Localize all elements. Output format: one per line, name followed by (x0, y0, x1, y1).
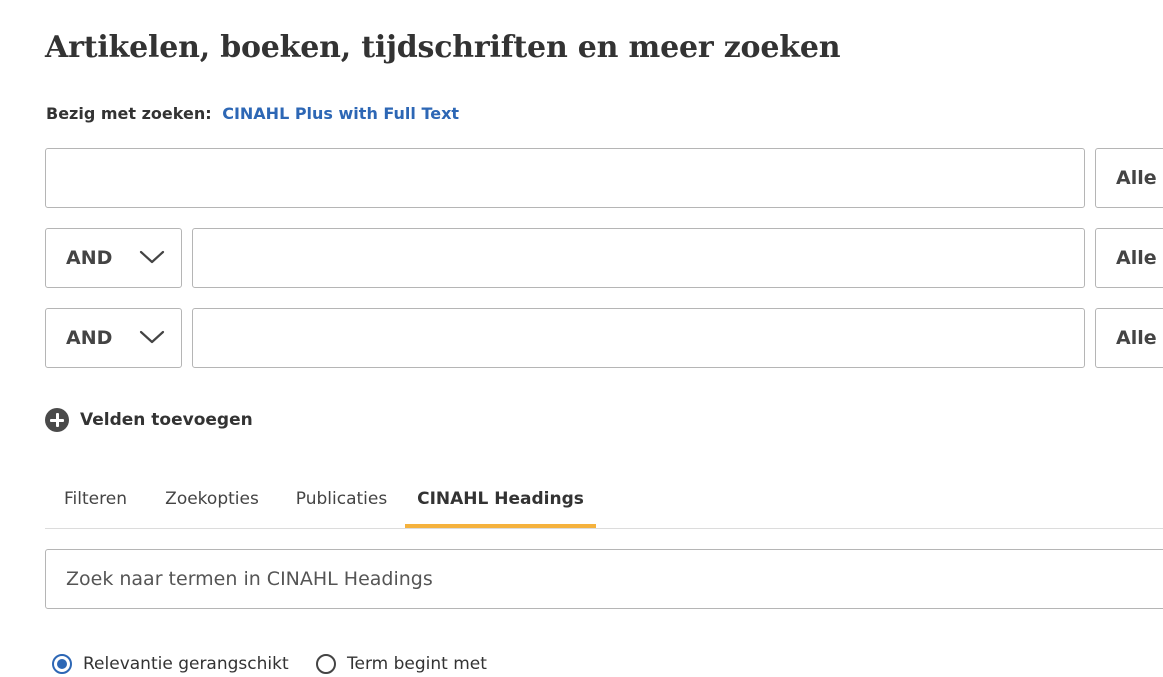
search-input-1[interactable] (45, 148, 1085, 208)
add-fields-button[interactable]: Velden toevoegen (45, 408, 253, 432)
add-fields-label: Velden toevoegen (80, 410, 253, 430)
radio-button[interactable] (316, 654, 336, 674)
radio-label: Relevantie gerangschikt (83, 654, 289, 674)
boolean-operator-label: AND (66, 327, 113, 349)
headings-search-placeholder: Zoek naar termen in CINAHL Headings (66, 568, 433, 590)
chevron-down-icon (139, 250, 165, 264)
plus-circle-icon (45, 408, 69, 432)
database-link[interactable]: CINAHL Plus with Full Text (222, 104, 459, 123)
chevron-down-icon (139, 330, 165, 344)
boolean-operator-select-3[interactable]: AND (45, 308, 182, 368)
boolean-operator-label: AND (66, 247, 113, 269)
field-select-3[interactable]: Alle velden (1095, 308, 1163, 368)
field-select-1[interactable]: Alle velden (1095, 148, 1163, 208)
tab-cinahl-headings[interactable]: CINAHL Headings (405, 470, 596, 528)
searching-database-line: Bezig met zoeken: CINAHL Plus with Full … (46, 104, 459, 123)
radio-button-checked[interactable] (52, 654, 72, 674)
radio-relevance-ranked[interactable]: Relevantie gerangschikt (52, 654, 289, 674)
searching-label: Bezig met zoeken: (46, 104, 212, 123)
search-options-tabs: Filteren Zoekopties Publicaties CINAHL H… (45, 470, 1163, 529)
page-title: Artikelen, boeken, tijdschriften en meer… (45, 30, 841, 65)
tab-zoekopties[interactable]: Zoekopties (146, 470, 278, 528)
radio-label: Term begint met (347, 654, 487, 674)
search-input-3[interactable] (192, 308, 1085, 368)
boolean-operator-select-2[interactable]: AND (45, 228, 182, 288)
cinahl-headings-search-input[interactable]: Zoek naar termen in CINAHL Headings (45, 549, 1163, 609)
radio-term-begins-with[interactable]: Term begint met (316, 654, 487, 674)
search-input-2[interactable] (192, 228, 1085, 288)
tab-filteren[interactable]: Filteren (45, 470, 146, 528)
tab-publicaties[interactable]: Publicaties (278, 470, 405, 528)
field-select-2[interactable]: Alle velden (1095, 228, 1163, 288)
